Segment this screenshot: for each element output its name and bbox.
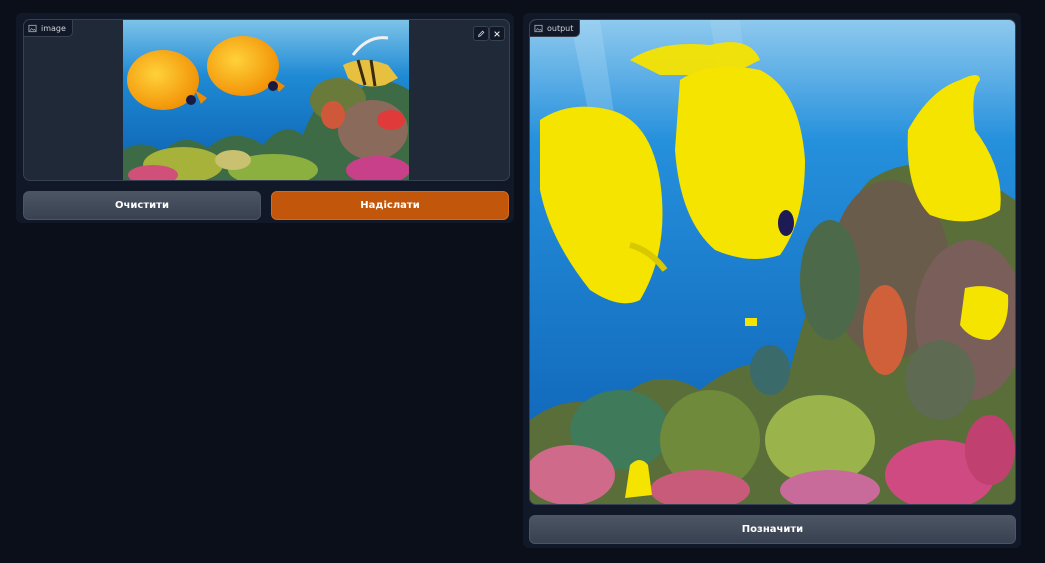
close-icon (494, 30, 500, 37)
edit-button[interactable] (473, 26, 489, 41)
image-icon (28, 24, 37, 32)
output-label-chip: output (530, 20, 581, 37)
image-label-chip: image (24, 20, 73, 37)
image-input-block[interactable]: image (23, 19, 510, 181)
pencil-icon (478, 30, 485, 37)
close-button[interactable] (489, 26, 505, 41)
image-icon (534, 24, 543, 32)
submit-button[interactable]: Надіслати (271, 191, 509, 220)
output-image (530, 20, 1015, 504)
flag-button[interactable]: Позначити (529, 515, 1016, 544)
clear-button[interactable]: Очистити (23, 191, 261, 220)
output-label: output (547, 23, 574, 33)
image-label: image (41, 23, 66, 33)
input-image (123, 20, 409, 180)
output-image-block: output (529, 19, 1016, 505)
